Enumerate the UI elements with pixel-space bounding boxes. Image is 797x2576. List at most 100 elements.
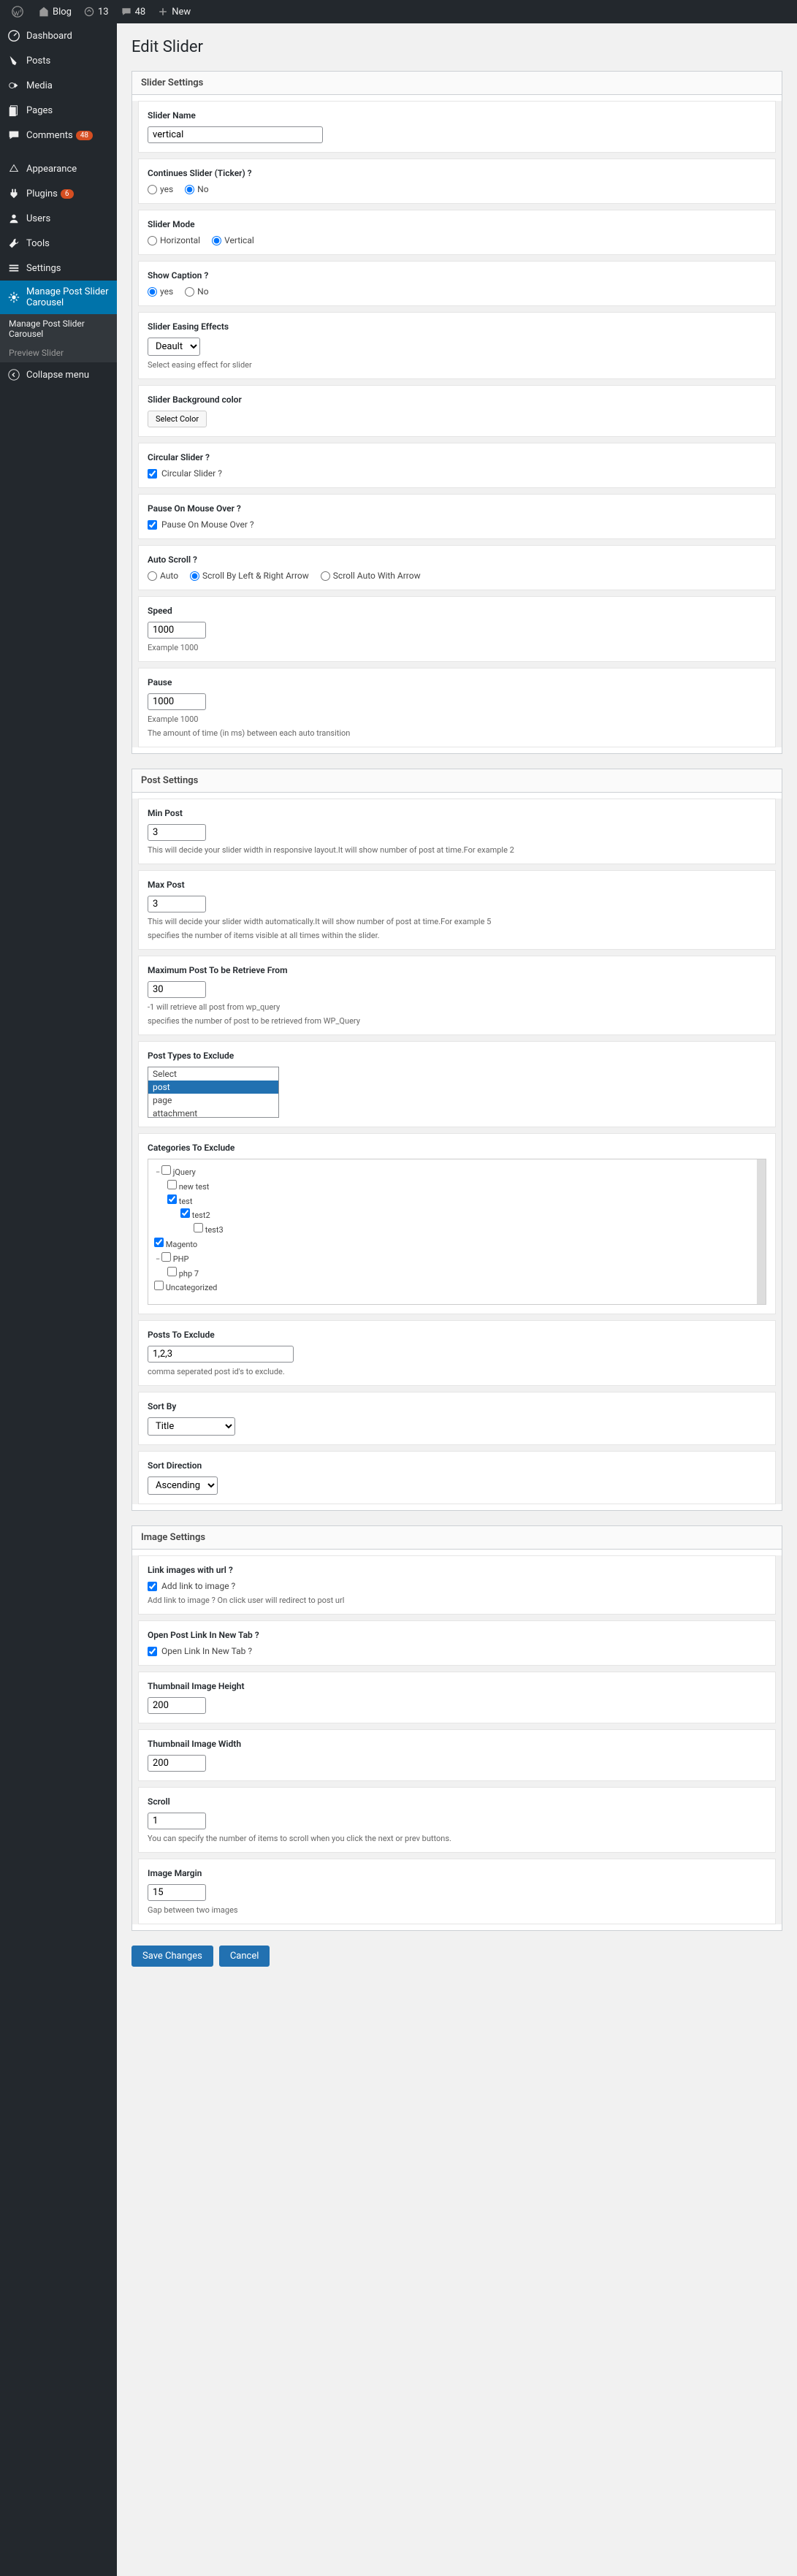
tree-toggle[interactable]: − bbox=[154, 1165, 161, 1180]
autoscroll-autoarrow[interactable] bbox=[321, 571, 330, 581]
slider-name-input[interactable] bbox=[148, 126, 323, 143]
continues-label: Continues Slider (Ticker) ? bbox=[148, 168, 766, 178]
pausehover-checkbox[interactable] bbox=[148, 520, 157, 530]
pausehover-label: Pause On Mouse Over ? bbox=[148, 503, 766, 514]
sidebar-plugins[interactable]: Plugins6 bbox=[0, 181, 117, 206]
site-name: Blog bbox=[53, 7, 72, 18]
sidebar-tools[interactable]: Tools bbox=[0, 231, 117, 256]
sortdir-select[interactable]: Ascending bbox=[148, 1476, 218, 1495]
autoscroll-label: Auto Scroll ? bbox=[148, 555, 766, 565]
sidebar-appearance[interactable]: Appearance bbox=[0, 156, 117, 181]
tree-scrollbar[interactable] bbox=[757, 1159, 766, 1304]
image-settings-header: Image Settings bbox=[132, 1526, 782, 1550]
maxretrieve-help1: -1 will retrieve all post from wp_query bbox=[148, 1002, 766, 1012]
caption-label: Show Caption ? bbox=[148, 270, 766, 281]
new-link[interactable]: New bbox=[151, 0, 197, 23]
category-tree[interactable]: − jQuery new test test test2 test3 bbox=[148, 1159, 766, 1305]
sidebar-sub-manage[interactable]: Manage Post Slider Carousel bbox=[0, 314, 117, 343]
easing-select[interactable]: Deault bbox=[148, 338, 200, 356]
bgcolor-button[interactable]: Select Color bbox=[148, 411, 207, 427]
save-button[interactable]: Save Changes bbox=[131, 1946, 213, 1967]
cat-jquery-cb[interactable] bbox=[161, 1165, 171, 1175]
maxretrieve-label: Maximum Post To be Retrieve From bbox=[148, 965, 766, 975]
sidebar-pages[interactable]: Pages bbox=[0, 98, 117, 123]
cancel-button[interactable]: Cancel bbox=[219, 1946, 270, 1967]
cat-newtest-cb[interactable] bbox=[167, 1180, 177, 1189]
linkimg-help: Add link to image ? On click user will r… bbox=[148, 1596, 766, 1605]
scroll-help: You can specify the number of items to s… bbox=[148, 1834, 766, 1843]
pause-input[interactable] bbox=[148, 693, 206, 710]
bgcolor-label: Slider Background color bbox=[148, 395, 766, 405]
cat-magento-cb[interactable] bbox=[154, 1238, 164, 1247]
thumbh-input[interactable] bbox=[148, 1697, 206, 1714]
circular-checkbox[interactable] bbox=[148, 469, 157, 479]
sidebar-media[interactable]: Media bbox=[0, 73, 117, 98]
new-label: New bbox=[172, 7, 191, 18]
margin-help: Gap between two images bbox=[148, 1905, 766, 1915]
maxpost-help2: specifies the number of items visible at… bbox=[148, 931, 766, 940]
sortby-label: Sort By bbox=[148, 1401, 766, 1411]
sidebar-sub-preview[interactable]: Preview Slider bbox=[0, 343, 117, 362]
margin-input[interactable] bbox=[148, 1884, 206, 1901]
slider-settings-header: Slider Settings bbox=[132, 72, 782, 95]
thumbw-input[interactable] bbox=[148, 1755, 206, 1772]
continues-yes[interactable] bbox=[148, 185, 157, 194]
updates-count: 13 bbox=[98, 7, 109, 18]
types-item-attachment[interactable]: attachment bbox=[148, 1107, 278, 1118]
speed-input[interactable] bbox=[148, 622, 206, 639]
minpost-label: Min Post bbox=[148, 808, 766, 818]
speed-label: Speed bbox=[148, 606, 766, 616]
linkimg-checkbox[interactable] bbox=[148, 1582, 157, 1591]
types-item-page[interactable]: page bbox=[148, 1094, 278, 1107]
pause-label: Pause bbox=[148, 677, 766, 687]
thumbw-label: Thumbnail Image Width bbox=[148, 1739, 766, 1749]
cat-php7-cb[interactable] bbox=[167, 1267, 177, 1276]
minpost-input[interactable] bbox=[148, 824, 206, 841]
minpost-help: This will decide your slider width in re… bbox=[148, 845, 766, 855]
maxretrieve-input[interactable] bbox=[148, 981, 206, 998]
types-label: Post Types to Exclude bbox=[148, 1051, 766, 1061]
sidebar-posts[interactable]: Posts bbox=[0, 48, 117, 73]
pause-help2: The amount of time (in ms) between each … bbox=[148, 728, 766, 738]
sidebar-users[interactable]: Users bbox=[0, 206, 117, 231]
site-link[interactable]: Blog bbox=[32, 0, 77, 23]
maxpost-input[interactable] bbox=[148, 896, 206, 912]
autoscroll-lr[interactable] bbox=[190, 571, 199, 581]
circular-label: Circular Slider ? bbox=[148, 452, 766, 462]
caption-yes[interactable] bbox=[148, 287, 157, 297]
plugins-badge: 6 bbox=[61, 189, 74, 199]
mode-vertical[interactable] bbox=[212, 236, 221, 245]
types-item-post[interactable]: post bbox=[148, 1081, 278, 1094]
scroll-input[interactable] bbox=[148, 1813, 206, 1829]
wp-logo[interactable] bbox=[6, 0, 32, 23]
types-listbox[interactable]: Select post page attachment bbox=[148, 1067, 279, 1118]
cat-php-cb[interactable] bbox=[161, 1252, 171, 1262]
thumbh-label: Thumbnail Image Height bbox=[148, 1681, 766, 1691]
pause-help1: Example 1000 bbox=[148, 715, 766, 724]
continues-no[interactable] bbox=[185, 185, 194, 194]
sortby-select[interactable]: Title bbox=[148, 1417, 235, 1436]
page-title: Edit Slider bbox=[131, 38, 782, 56]
autoscroll-auto[interactable] bbox=[148, 571, 157, 581]
exclude-input[interactable] bbox=[148, 1346, 294, 1363]
updates-link[interactable]: 13 bbox=[77, 0, 115, 23]
tree-toggle[interactable]: − bbox=[154, 1252, 161, 1267]
sidebar-collapse[interactable]: Collapse menu bbox=[0, 362, 117, 387]
sidebar-settings[interactable]: Settings bbox=[0, 256, 117, 281]
sidebar-comments[interactable]: Comments48 bbox=[0, 123, 117, 148]
cat-test3-cb[interactable] bbox=[194, 1223, 203, 1232]
comments-count: 48 bbox=[135, 7, 146, 18]
cat-uncategorized-cb[interactable] bbox=[154, 1281, 164, 1290]
caption-no[interactable] bbox=[185, 287, 194, 297]
cat-test-cb[interactable] bbox=[167, 1194, 177, 1204]
cat-test2-cb[interactable] bbox=[180, 1208, 190, 1218]
mode-horizontal[interactable] bbox=[148, 236, 157, 245]
maxretrieve-help2: specifies the number of post to be retri… bbox=[148, 1016, 766, 1026]
sidebar-manage-slider[interactable]: Manage Post Slider Carousel bbox=[0, 281, 117, 314]
comments-link[interactable]: 48 bbox=[115, 0, 152, 23]
newtab-checkbox[interactable] bbox=[148, 1647, 157, 1656]
post-settings-header: Post Settings bbox=[132, 769, 782, 793]
sidebar-dashboard[interactable]: Dashboard bbox=[0, 23, 117, 48]
maxpost-help1: This will decide your slider width autom… bbox=[148, 917, 766, 926]
types-item-select[interactable]: Select bbox=[148, 1067, 278, 1081]
